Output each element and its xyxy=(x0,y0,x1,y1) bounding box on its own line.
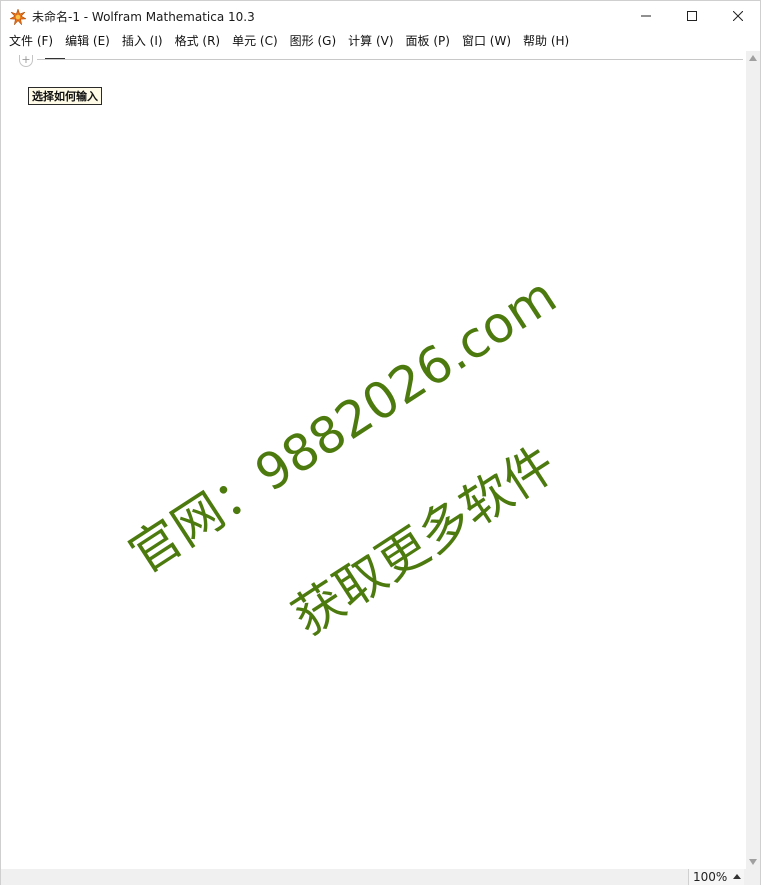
maximize-icon xyxy=(687,11,697,21)
scroll-down-arrow-icon[interactable] xyxy=(749,859,757,865)
app-window: 未命名-1 - Wolfram Mathematica 10.3 文件 (F) … xyxy=(0,0,761,885)
input-method-hint[interactable]: 选择如何输入 xyxy=(28,87,102,105)
menu-graphics[interactable]: 图形 (G) xyxy=(284,31,342,51)
close-icon xyxy=(733,11,743,21)
cell-insertion-line xyxy=(37,59,743,60)
menu-palettes[interactable]: 面板 (P) xyxy=(400,31,456,51)
zoom-level: 100% xyxy=(693,870,728,884)
menu-format[interactable]: 格式 (R) xyxy=(169,31,227,51)
insert-cell-button[interactable]: + xyxy=(19,54,33,67)
close-button[interactable] xyxy=(715,1,761,31)
scroll-up-arrow-icon[interactable] xyxy=(749,55,757,61)
menu-insert[interactable]: 插入 (I) xyxy=(116,31,169,51)
menu-evaluation[interactable]: 计算 (V) xyxy=(342,31,399,51)
maximize-button[interactable] xyxy=(669,1,715,31)
menu-edit[interactable]: 编辑 (E) xyxy=(59,31,116,51)
watermark-line-2: 获取更多软件 xyxy=(282,434,566,647)
minimize-icon xyxy=(641,15,651,17)
zoom-control[interactable]: 100% xyxy=(688,869,744,885)
window-title: 未命名-1 - Wolfram Mathematica 10.3 xyxy=(32,10,255,24)
menu-file[interactable]: 文件 (F) xyxy=(3,31,59,51)
menu-help[interactable]: 帮助 (H) xyxy=(517,31,575,51)
menu-cell[interactable]: 单元 (C) xyxy=(226,31,284,51)
watermark-line-1: 官网：9882026.com xyxy=(119,266,567,585)
menu-window[interactable]: 窗口 (W) xyxy=(456,31,517,51)
menu-bar: 文件 (F) 编辑 (E) 插入 (I) 格式 (R) 单元 (C) 图形 (G… xyxy=(1,31,760,51)
zoom-menu-arrow-icon[interactable] xyxy=(733,874,741,879)
mathematica-logo-icon xyxy=(8,8,28,26)
notebook-area[interactable]: + 选择如何输入 官网：9882026.com 获取更多软件 xyxy=(1,51,746,869)
minimize-button[interactable] xyxy=(623,1,669,31)
vertical-scrollbar[interactable] xyxy=(746,51,760,869)
cell-insertion-cursor xyxy=(45,58,65,59)
status-bar: 100% xyxy=(1,869,760,885)
title-bar[interactable]: 未命名-1 - Wolfram Mathematica 10.3 xyxy=(1,1,760,31)
watermark: 官网：9882026.com 获取更多软件 xyxy=(1,51,746,869)
